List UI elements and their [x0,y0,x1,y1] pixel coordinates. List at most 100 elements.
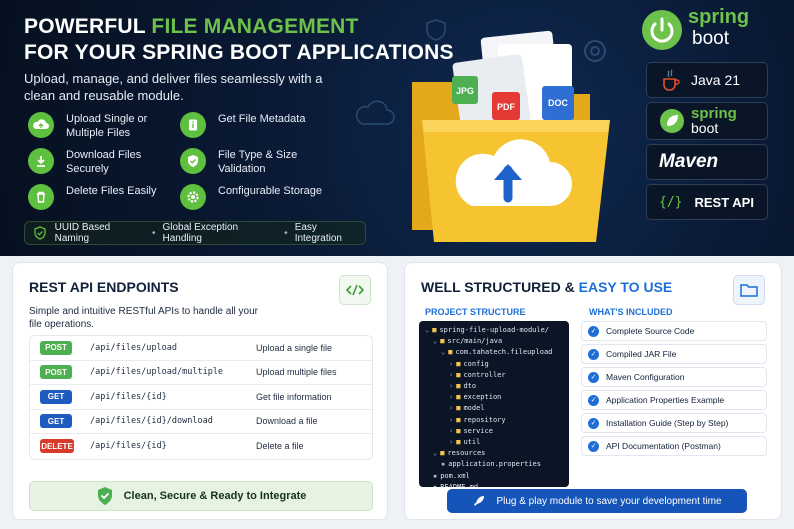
folder-icon-button[interactable] [733,275,765,305]
tree-item-label: com.tahatech.fileupload [455,348,553,357]
endpoint-path: /api/files/{id} [90,391,167,402]
chevron-down-icon[interactable]: ⌄ [433,337,437,345]
table-row[interactable]: GET /api/files/{id}/download Download a … [30,410,372,434]
plug-play-button[interactable]: Plug & play module to save your developm… [447,489,747,513]
shield-check-icon [97,487,112,505]
folder-icon: ■ [432,326,437,334]
method-badge: GET [40,389,72,404]
feature-delete: Delete Files Easily [28,184,176,210]
list-item-label: Maven Configuration [606,372,685,382]
list-item-label: API Documentation (Postman) [606,441,721,451]
list-item: ✓ Application Properties Example [581,390,767,410]
spring-leaf-icon [660,109,684,133]
hero-banner: POWERFUL FILE MANAGEMENT FOR YOUR SPRING… [0,0,794,256]
endpoint-desc: Delete a file [256,441,304,452]
tree-item[interactable]: › ■ dto [425,381,563,392]
code-icon [346,284,364,296]
table-row[interactable]: GET /api/files/{id} Get file information [30,385,372,410]
feature-download: Download Files Securely [28,148,176,176]
tree-item-label: pom.xml [440,471,470,480]
structure-title: WELL STRUCTURED & EASY TO USE [421,279,673,295]
pdf-badge: PDF [497,102,516,112]
table-row[interactable]: DELETE /api/files/{id} Delete a file [30,434,372,459]
folder-icon: ■ [456,426,461,435]
endpoints-panel: REST API ENDPOINTS Simple and intuitive … [12,262,388,520]
tree-item-label: exception [463,393,502,402]
file-icon: ▪ [441,460,446,469]
file-icon: ▪ [433,471,438,480]
chevron-right-icon[interactable]: › [449,404,453,412]
folder-icon: ■ [456,438,461,447]
hero-subtitle: Upload, manage, and deliver files seamle… [24,71,323,103]
tree-item[interactable]: › ■ service [425,426,563,437]
list-item: ✓ Compiled JAR File [581,344,767,364]
chevron-right-icon[interactable]: › [449,427,453,435]
spring-boot-logo-top: spring boot [640,6,780,52]
java-cup-icon [663,69,680,91]
endpoint-desc: Get file information [256,391,332,402]
tree-item[interactable]: ⌄ ■ src/main/java [425,336,563,347]
tree-item[interactable]: › ■ controller [425,370,563,381]
check-icon: ✓ [588,440,599,452]
tree-item[interactable]: › ■ exception [425,392,563,403]
braces-icon: {/} [659,194,683,210]
secure-banner: Clean, Secure & Ready to Integrate [29,481,373,511]
chevron-down-icon[interactable]: ⌄ [441,348,445,356]
tree-item-label: service [463,426,493,435]
folder-illustration: JPG PDF DOC [400,20,630,250]
folder-icon [740,284,758,297]
tree-item[interactable]: ⌄ ■ com.tahatech.fileupload [425,347,563,358]
doc-badge: DOC [548,98,569,108]
list-item-label: Compiled JAR File [606,349,677,359]
tree-item-label: config [463,359,489,368]
tree-item[interactable]: ▪ pom.xml [425,471,563,482]
check-icon: ✓ [588,394,599,406]
tree-item-label: dto [463,382,477,391]
tree-item[interactable]: › ■ util [425,437,563,448]
tree-item[interactable]: › ■ config [425,359,563,370]
table-row[interactable]: POST /api/files/upload/multiple Upload m… [30,361,372,385]
chevron-right-icon[interactable]: › [449,371,453,379]
endpoint-path: /api/files/upload/multiple [90,367,224,378]
check-icon: ✓ [588,371,599,383]
folder-icon: ■ [456,393,461,402]
tree-item[interactable]: ▪ application.properties [425,459,563,470]
code-icon-button[interactable] [339,275,371,305]
chevron-down-icon[interactable]: ⌄ [425,326,429,334]
included-list: ✓ Complete Source Code ✓ Compiled JAR File ✓… [581,321,767,459]
chevron-right-icon[interactable]: › [449,393,453,401]
tree-item-label: controller [463,370,506,379]
table-row[interactable]: POST /api/files/upload Upload a single f… [30,336,372,361]
tree-item[interactable]: › ■ model [425,403,563,414]
chevron-right-icon[interactable]: › [449,416,453,424]
method-badge: POST [40,365,72,380]
hero-title: POWERFUL FILE MANAGEMENT FOR YOUR SPRING… [24,15,454,64]
tree-item[interactable]: › ■ repository [425,415,563,426]
tree-item[interactable]: ⌄ ■ resources [425,448,563,459]
trash-icon [28,184,54,210]
list-item: ✓ Maven Configuration [581,367,767,387]
cloud-upload-icon [28,112,54,138]
file-icon: ▪ [433,482,438,487]
chevron-right-icon[interactable]: › [449,360,453,368]
folder-icon: ■ [456,370,461,379]
chevron-right-icon[interactable]: › [449,382,453,390]
spring-power-icon [642,10,682,50]
jpg-badge: JPG [456,86,474,96]
tree-item[interactable]: ▪ README.md [425,482,563,487]
project-tree: ⌄ ■ spring-file-upload-module/⌄ ■ src/main/j… [419,321,569,487]
hero-title-highlight: FILE MANAGEMENT [151,15,359,38]
tree-item-label: util [463,438,481,447]
shield-check-icon [180,148,206,174]
endpoint-path: /api/files/upload [90,342,177,353]
feature-validation: File Type & Size Validation [180,148,328,176]
check-icon: ✓ [588,325,599,337]
list-item: ✓ API Documentation (Postman) [581,436,767,456]
folder-icon: ■ [456,359,461,368]
tree-item[interactable]: ⌄ ■ spring-file-upload-module/ [425,325,563,336]
method-badge: POST [40,340,72,355]
feature-metadata: Get File Metadata [180,112,328,138]
chevron-right-icon[interactable]: › [449,438,453,446]
chevron-down-icon[interactable]: ⌄ [433,449,437,457]
rest-api-badge: {/} REST API [646,184,768,220]
